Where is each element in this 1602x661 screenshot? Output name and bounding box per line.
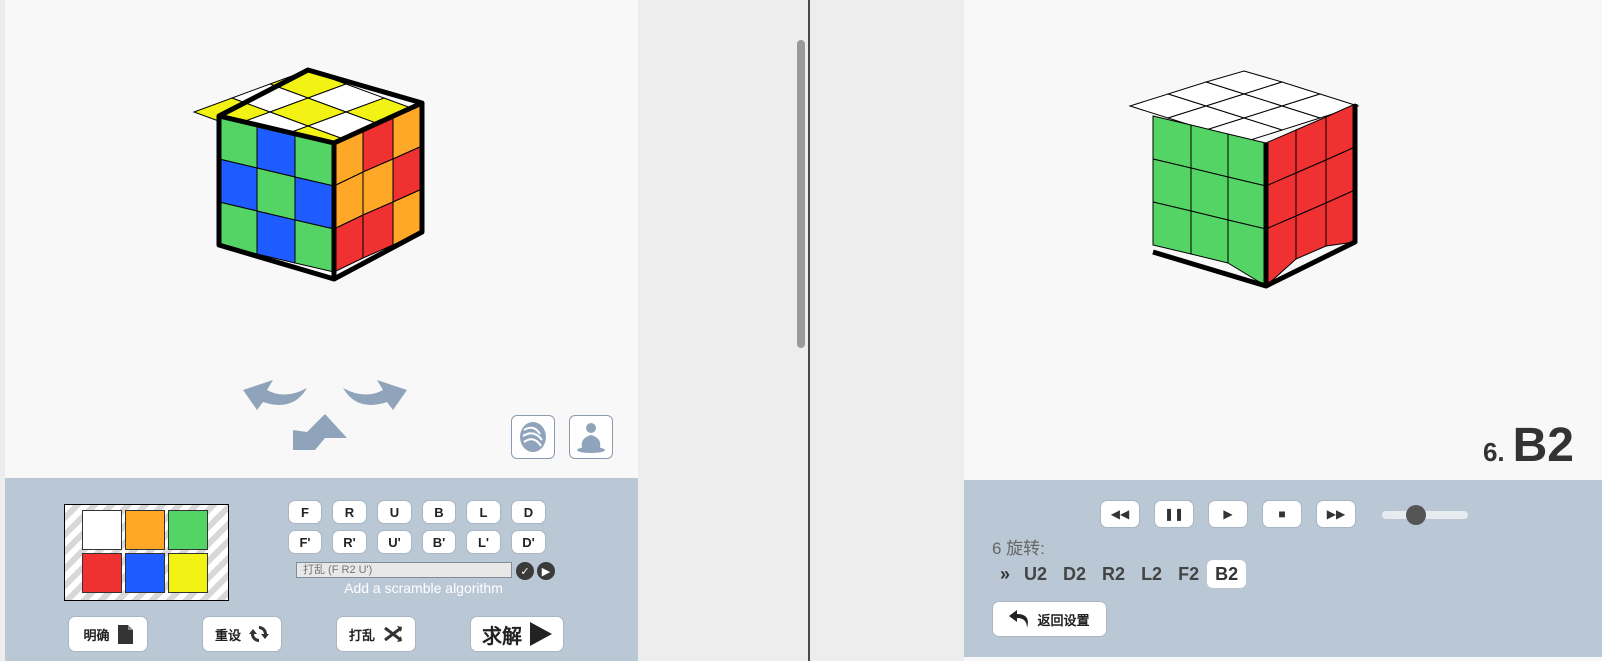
move-number: 6. xyxy=(1482,437,1505,467)
move-button-d-prime[interactable]: D' xyxy=(511,530,546,554)
fast-forward-button[interactable]: ▶▶ xyxy=(1316,500,1356,528)
gutter-left xyxy=(638,0,793,661)
left-control-panel: F R U B L D F' R' U' B' L' D' ✓ ▶ Add a … xyxy=(5,478,638,661)
move-button-b[interactable]: B xyxy=(422,500,456,524)
clear-label: 明确 xyxy=(83,627,110,643)
person-view-button[interactable] xyxy=(569,415,613,459)
hand-icon xyxy=(520,422,546,452)
color-swatch-green[interactable] xyxy=(168,510,208,550)
solved-cube[interactable] xyxy=(964,0,1602,300)
person-meditate-icon xyxy=(577,423,605,453)
solve-button[interactable]: 求解 xyxy=(470,616,564,652)
play-icon: ▶ xyxy=(1223,507,1233,521)
clear-button[interactable]: 明确 xyxy=(68,616,148,652)
speed-slider-knob[interactable] xyxy=(1406,505,1427,525)
sequence-move[interactable]: F2 xyxy=(1170,560,1207,588)
back-to-settings-button[interactable]: 返回设置 xyxy=(992,601,1107,637)
rotation-arrows xyxy=(243,380,407,450)
move-button-f-prime[interactable]: F' xyxy=(288,530,322,554)
move-button-b-prime[interactable]: B' xyxy=(422,530,456,554)
color-swatch-yellow[interactable] xyxy=(168,553,208,593)
sequence-move-active[interactable]: B2 xyxy=(1207,560,1247,588)
current-move-display: 6. B2 xyxy=(1483,418,1574,473)
color-palette xyxy=(64,504,229,601)
sequence-move[interactable]: R2 xyxy=(1094,560,1133,588)
fast-forward-icon: ▶▶ xyxy=(1326,507,1346,521)
cube-front-face xyxy=(1152,115,1267,287)
scrollbar-thumb[interactable] xyxy=(797,40,805,348)
color-swatch-red[interactable] xyxy=(82,553,122,593)
reset-label: 重设 xyxy=(214,627,241,643)
rewind-icon: ◀◀ xyxy=(1110,507,1130,521)
shuffle-icon xyxy=(384,626,402,642)
move-button-l-prime[interactable]: L' xyxy=(466,530,501,554)
color-swatch-white[interactable] xyxy=(82,510,122,550)
scramble-hint: Add a scramble algorithm xyxy=(344,580,503,596)
rotate-left-arrow-icon[interactable] xyxy=(243,380,307,410)
playback-panel: ◀◀ ❚❚ ▶ ■ ▶▶ 6 旋转: » U2 D2 R2 L2 F2 B2 返… xyxy=(964,480,1602,657)
play-scramble-icon[interactable]: ▶ xyxy=(537,562,555,580)
move-button-r-prime[interactable]: R' xyxy=(332,530,367,554)
left-cube-app: F R U B L D F' R' U' B' L' D' ✓ ▶ Add a … xyxy=(5,0,638,661)
scrambled-cube[interactable] xyxy=(5,0,638,300)
move-sequence: » U2 D2 R2 L2 F2 B2 xyxy=(1000,560,1247,588)
stop-icon: ■ xyxy=(1278,507,1286,521)
rewind-button[interactable]: ◀◀ xyxy=(1100,500,1140,528)
move-button-u-prime[interactable]: U' xyxy=(377,530,412,554)
undo-arrow-icon xyxy=(1009,610,1029,628)
scramble-button[interactable]: 打乱 xyxy=(336,616,416,652)
right-solution-app: 6. B2 ◀◀ ❚❚ ▶ ■ ▶▶ 6 旋转: » U2 D2 R2 L2 F… xyxy=(964,0,1602,661)
sequence-move[interactable]: L2 xyxy=(1133,560,1170,588)
pause-button[interactable]: ❚❚ xyxy=(1154,500,1194,528)
color-swatch-blue[interactable] xyxy=(125,553,165,593)
stop-button[interactable]: ■ xyxy=(1262,500,1302,528)
pause-icon: ❚❚ xyxy=(1163,507,1185,521)
solve-label: 求解 xyxy=(482,625,522,648)
color-swatch-orange[interactable] xyxy=(125,510,165,550)
sequence-move[interactable]: U2 xyxy=(1016,560,1055,588)
move-button-r[interactable]: R xyxy=(332,500,367,524)
scramble-input[interactable] xyxy=(296,562,512,578)
play-icon xyxy=(530,622,552,646)
rotate-right-arrow-icon[interactable] xyxy=(343,380,407,410)
back-label: 返回设置 xyxy=(1037,612,1090,628)
play-button[interactable]: ▶ xyxy=(1208,500,1248,528)
rotation-count: 6 旋转: xyxy=(992,539,1045,558)
move-button-d[interactable]: D xyxy=(511,500,546,524)
check-icon[interactable]: ✓ xyxy=(516,562,534,580)
move-button-l[interactable]: L xyxy=(466,500,501,524)
move-button-f[interactable]: F xyxy=(288,500,322,524)
sequence-move[interactable]: D2 xyxy=(1055,560,1094,588)
refresh-icon xyxy=(249,626,269,642)
scramble-label: 打乱 xyxy=(348,627,375,643)
rotate-up-arrow-icon[interactable] xyxy=(293,414,347,450)
document-icon xyxy=(117,624,133,644)
sequence-marker: » xyxy=(1000,563,1011,584)
move-button-u[interactable]: U xyxy=(377,500,412,524)
hand-tool-button[interactable] xyxy=(511,415,555,459)
current-move: B2 xyxy=(1512,419,1574,472)
gutter-right xyxy=(810,0,964,661)
reset-button[interactable]: 重设 xyxy=(202,616,282,652)
